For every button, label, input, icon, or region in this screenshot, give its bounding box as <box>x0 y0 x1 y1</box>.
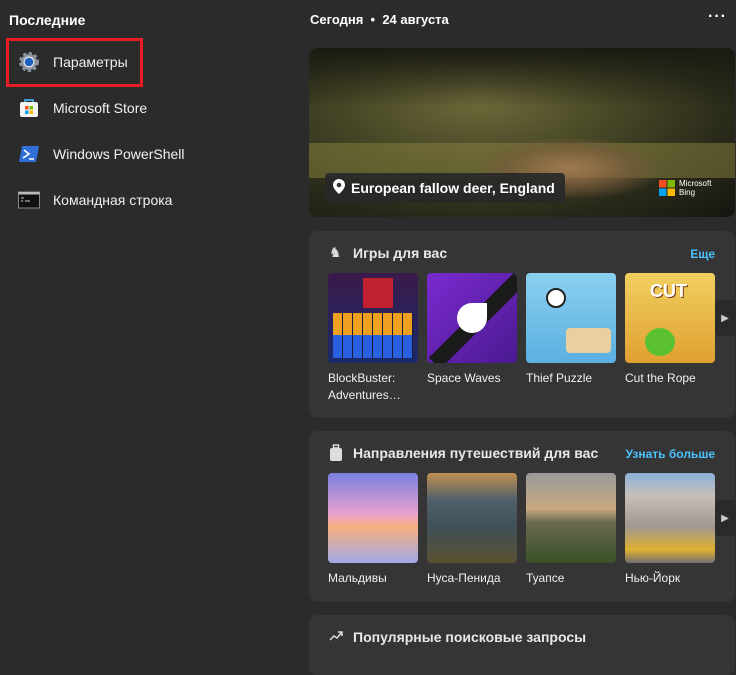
luggage-icon <box>329 444 345 462</box>
recent-item-powershell[interactable]: Windows PowerShell <box>18 142 185 166</box>
recent-item-command-prompt[interactable]: Командная строка <box>18 188 172 212</box>
bing-logo: Microsoft Bing <box>659 179 719 197</box>
game-tile[interactable]: Space Waves <box>427 273 517 387</box>
destination-name: Нью-Йорк <box>625 571 681 585</box>
date-header: Сегодня • 24 августа <box>310 12 449 27</box>
game-thumbnail <box>427 273 517 363</box>
game-thumbnail <box>328 273 418 363</box>
destination-name: Мальдивы <box>328 571 387 585</box>
travel-card: Направления путешествий для вас Узнать б… <box>309 431 735 602</box>
travel-more-link[interactable]: Узнать больше <box>626 447 715 461</box>
travel-title: Направления путешествий для вас <box>353 445 599 461</box>
games-scroll-right-button[interactable]: ▶ <box>715 300 735 336</box>
destination-tile[interactable]: Нью-Йорк <box>625 473 715 587</box>
hero-image[interactable]: European fallow deer, England Microsoft … <box>309 48 735 217</box>
game-tile[interactable]: CUT Cut the Rope <box>625 273 715 387</box>
game-thumbnail <box>526 273 616 363</box>
recent-item-label: Windows PowerShell <box>53 146 185 162</box>
recent-heading: Последние <box>9 12 86 28</box>
recent-item-microsoft-store[interactable]: Microsoft Store <box>18 96 147 120</box>
location-pin-icon <box>333 179 345 197</box>
games-icon: ♞ <box>329 244 342 260</box>
game-thumbnail: CUT <box>625 273 715 363</box>
ellipsis-icon[interactable]: ··· <box>708 8 727 26</box>
games-card: ♞ Игры для вас Еще BlockBuster: Adventur… <box>309 231 735 418</box>
microsoft-logo-icon <box>659 180 675 196</box>
date-label: 24 августа <box>382 12 449 27</box>
microsoft-store-icon <box>18 97 40 119</box>
bing-label: Microsoft Bing <box>679 179 712 197</box>
game-title: BlockBuster: Adventures… <box>328 371 401 402</box>
games-more-link[interactable]: Еще <box>690 247 715 261</box>
trending-title: Популярные поисковые запросы <box>353 629 587 645</box>
destination-name: Нуса-Пенида <box>427 571 501 585</box>
destination-name: Туапсе <box>526 571 565 585</box>
command-prompt-icon <box>18 189 40 211</box>
games-title: Игры для вас <box>353 245 448 261</box>
destination-thumbnail <box>427 473 517 563</box>
destination-thumbnail <box>526 473 616 563</box>
destination-tile[interactable]: Нуса-Пенида <box>427 473 517 587</box>
destination-thumbnail <box>328 473 418 563</box>
game-title: Space Waves <box>427 371 501 385</box>
recent-item-label: Microsoft Store <box>53 100 148 116</box>
destination-tile[interactable]: Туапсе <box>526 473 616 587</box>
destination-thumbnail <box>625 473 715 563</box>
trending-card: Популярные поисковые запросы <box>309 615 735 675</box>
powershell-icon <box>18 143 40 165</box>
destination-tile[interactable]: Мальдивы <box>328 473 418 587</box>
game-tile[interactable]: Thief Puzzle <box>526 273 616 387</box>
game-tile[interactable]: BlockBuster: Adventures… <box>328 273 418 404</box>
highlight-box <box>6 38 143 87</box>
hero-caption[interactable]: European fallow deer, England <box>325 173 565 203</box>
today-label: Сегодня <box>310 12 364 27</box>
travel-scroll-right-button[interactable]: ▶ <box>715 500 735 536</box>
game-title: Thief Puzzle <box>526 371 593 385</box>
game-title: Cut the Rope <box>625 371 696 385</box>
trending-arrow-icon <box>329 628 345 646</box>
recent-item-label: Командная строка <box>53 192 173 208</box>
hero-caption-text: European fallow deer, England <box>351 180 555 196</box>
